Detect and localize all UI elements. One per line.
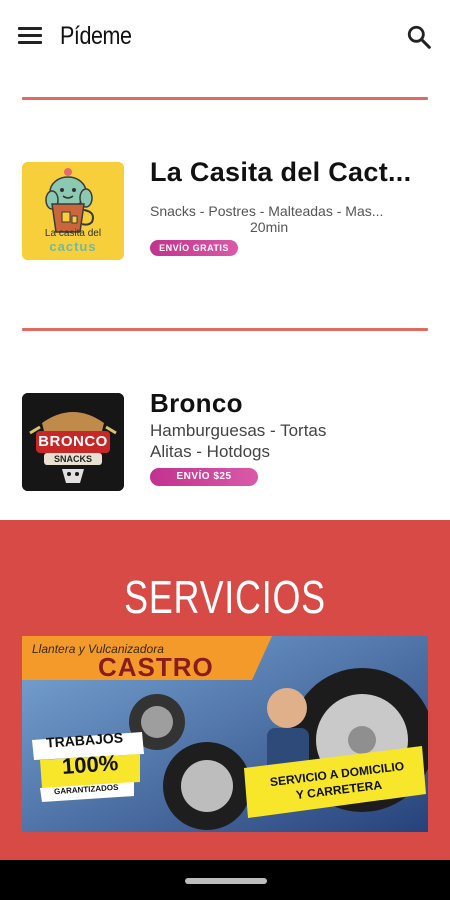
restaurant-card[interactable]: La casita del cactus La Casita del Cact.… [0,140,450,280]
section-divider [22,97,428,100]
logo-text: BRONCO [38,433,108,450]
home-gesture-handle[interactable] [185,878,267,884]
logo-text: La casita del [44,228,102,239]
restaurant-logo: BRONCO SNACKS [22,393,124,491]
restaurant-tags-line: Alitas - Hotdogs [150,442,270,461]
logo-text: SNACKS [53,454,92,464]
restaurant-tags: Hamburguesas - Tortas Alitas - Hotdogs [150,420,326,462]
menu-icon[interactable] [18,26,42,46]
app-title: Pídeme [60,22,132,50]
search-icon[interactable] [406,24,432,50]
section-divider [22,328,428,331]
restaurant-tags-line: Hamburguesas - Tortas [150,421,327,440]
service-banner[interactable]: Llantera y Vulcanizadora CASTRO TRABAJOS… [22,636,428,832]
delivery-badge: ENVÍO $25 [150,468,258,486]
delivery-badge: ENVÍO GRATIS [150,240,238,256]
logo-text: cactus [49,239,97,254]
services-title: SERVICIOS [124,571,326,623]
app-bar: Pídeme [0,0,450,72]
restaurant-name: Bronco [150,388,243,418]
restaurant-tags: Snacks - Postres - Malteadas - Mas... [150,203,384,219]
banner-percent: 100% [61,750,120,779]
banner-business-name: CASTRO [98,652,214,682]
restaurant-card[interactable]: BRONCO SNACKS Bronco Hamburguesas - Tort… [0,370,450,510]
restaurant-name: La Casita del Cact... [150,157,412,187]
services-section: SERVICIOS Llantera y Vulcanizadora CASTR… [0,520,450,860]
system-nav-bar [0,860,450,900]
restaurant-logo: La casita del cactus [22,162,124,260]
delivery-time: 20min [250,219,289,235]
